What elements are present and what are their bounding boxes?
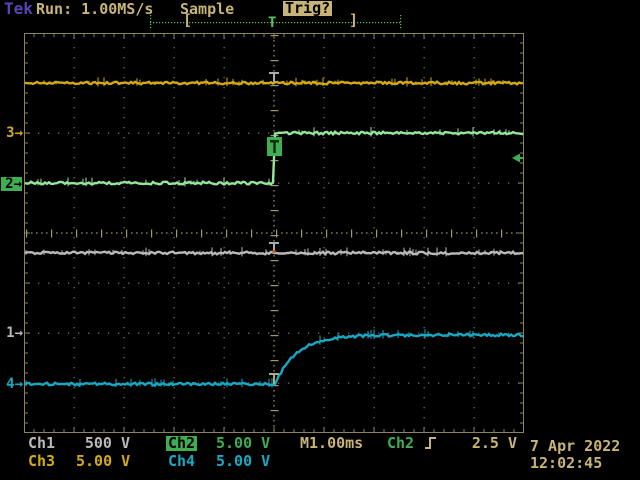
time-readout: 12:02:45 [530,454,603,472]
ch2-trace [24,127,524,187]
ch4-label: Ch4 [168,452,196,470]
record-view-line [150,15,402,29]
record-view-trigger-t: T [268,15,277,31]
trigger-level-readout: 2.5 V [471,434,517,452]
frame-ticks [25,34,523,432]
date-readout: 7 Apr 2022 [530,437,621,455]
ch2-scale: 5.00 V [216,434,271,452]
ch2-label: Ch2 [166,434,198,452]
timebase-readout: M1.00ms [300,434,364,452]
ch4-scale: 5.00 V [216,452,271,470]
record-view-right-bracket: ] [349,11,359,29]
trigger-source-readout: Ch2 [387,434,415,452]
center-axis-ticks [26,35,523,432]
ch3-label: Ch3 [28,452,56,470]
ch1-ground-marker: 1→ [6,325,23,341]
oscilloscope-screen: Tek Run: 1.00MS/s Sample Trig? [ ] T 3→ … [0,0,640,480]
rising-edge-icon [425,437,436,449]
ch1-sample-mark [272,250,276,253]
trigger-level-arrow [512,153,524,163]
graticule [24,33,524,433]
ch2-ground-marker: 2→ [1,177,22,191]
ch2-trigger-point-box [267,137,282,156]
ch4-ground-marker: 4→ [6,376,23,392]
ch3-ground-marker: 3→ [6,125,23,141]
ch1-label: Ch1 [28,434,56,452]
ch1-scale: 500 V [84,434,130,452]
ch3-scale: 5.00 V [76,452,131,470]
record-view-left-bracket: [ [183,11,193,29]
graticule-frame [24,33,524,433]
